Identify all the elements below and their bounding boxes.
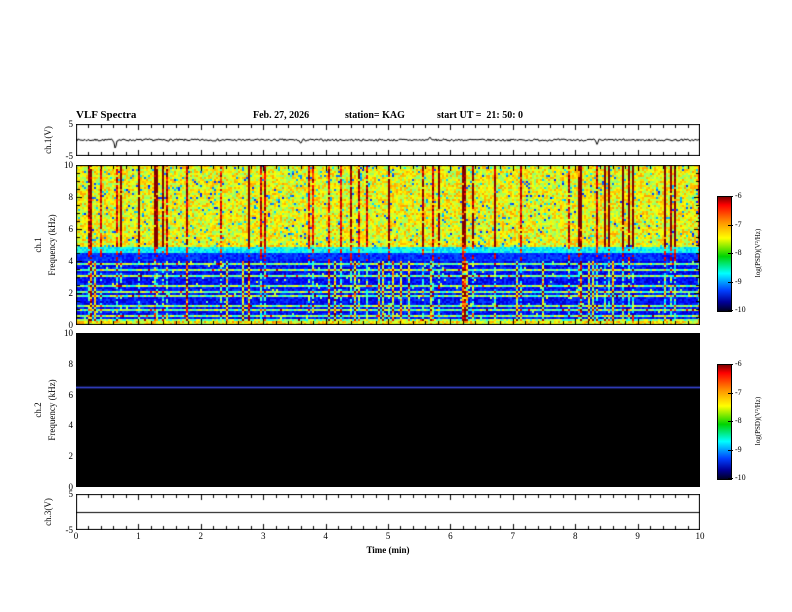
- figure-title: VLF Spectra: [76, 109, 137, 121]
- x-tick-label: 10: [695, 531, 705, 541]
- y-tick-label: 10: [64, 328, 73, 338]
- y-tick-label: 8: [68, 358, 74, 369]
- start-time-label: start UT = 21: 50: 0: [437, 110, 524, 121]
- colorbar-tick-mark: [728, 224, 733, 226]
- y-tick-label: -5: [65, 525, 74, 535]
- colorbar2-axis-label: log(PSD)(V²/Hz): [754, 396, 762, 446]
- ch1-spectrogram-canvas: [76, 165, 700, 325]
- colorbar-tick-label: -7: [735, 387, 742, 397]
- x-tick-label: 2: [198, 531, 204, 541]
- colorbar-tick-mark: [728, 281, 733, 283]
- y-tick-label: 8: [68, 192, 74, 202]
- x-tick-label: 8: [572, 531, 578, 541]
- y-tick-label: 6: [68, 224, 74, 234]
- y-tick-label: 2: [68, 451, 74, 462]
- colorbar-tick-mark: [728, 478, 733, 479]
- x-tick-label: 7: [510, 531, 516, 541]
- colorbar-tick-label: -10: [735, 305, 746, 314]
- x-tick-label: 1: [136, 531, 141, 541]
- colorbar-tick-label: -7: [735, 219, 742, 229]
- x-tick-label: 0: [73, 531, 79, 541]
- colorbar1-axis-label: log(PSD)(V²/Hz): [754, 228, 762, 278]
- colorbar-tick-label: -10: [735, 473, 746, 482]
- colorbar-ch1: [717, 196, 732, 312]
- ch1-waveform-canvas: [76, 124, 700, 156]
- ch1-voltage-axis-label: ch.1(V): [43, 126, 53, 154]
- y-tick-label: 4: [68, 256, 74, 266]
- y-tick-label: 6: [68, 389, 74, 400]
- colorbar-tick-mark: [728, 392, 733, 394]
- y-tick-label: 0: [68, 482, 74, 492]
- colorbar-tick-mark: [728, 449, 733, 451]
- x-tick-label: 6: [448, 531, 453, 541]
- ch2-spectrogram-canvas: [76, 333, 700, 487]
- colorbar-tick-label: -6: [735, 359, 742, 368]
- ch3-waveform-canvas: [76, 494, 700, 530]
- colorbar-tick-mark: [728, 253, 733, 254]
- colorbar-ch2: [717, 364, 732, 480]
- y-tick-label: 4: [68, 420, 74, 431]
- x-axis-label: Time (min): [366, 545, 410, 555]
- date-label: Feb. 27, 2026: [253, 110, 310, 121]
- colorbar-tick-mark: [728, 364, 733, 365]
- colorbar-tick-label: -9: [735, 444, 742, 454]
- x-tick-label: 5: [385, 531, 391, 541]
- station-label: station= KAG: [345, 110, 405, 121]
- colorbar-tick-label: -6: [735, 191, 742, 200]
- y-tick-label: 5: [68, 119, 74, 129]
- colorbar-tick-label: -9: [735, 276, 742, 286]
- colorbar-tick-mark: [728, 421, 733, 422]
- colorbar-tick-mark: [728, 310, 733, 311]
- x-tick-label: 4: [323, 531, 328, 541]
- y-tick-label: 2: [68, 288, 74, 298]
- x-tick-label: 3: [260, 531, 266, 541]
- x-tick-label: 9: [635, 531, 640, 541]
- colorbar-tick-label: -8: [735, 416, 742, 425]
- ch2-frequency-axis-label: Frequency (kHz): [47, 379, 57, 441]
- y-tick-label: 10: [64, 160, 73, 170]
- colorbar-tick-label: -8: [735, 248, 742, 257]
- vlf-spectra-figure: VLF Spectra Feb. 27, 2026 station= KAG s…: [0, 0, 792, 612]
- colorbar-tick-mark: [728, 196, 733, 197]
- ch2-channel-label: ch.2: [33, 402, 43, 418]
- ch3-voltage-axis-label: ch.3(V): [43, 498, 53, 526]
- ch1-channel-label: ch.1: [33, 237, 43, 253]
